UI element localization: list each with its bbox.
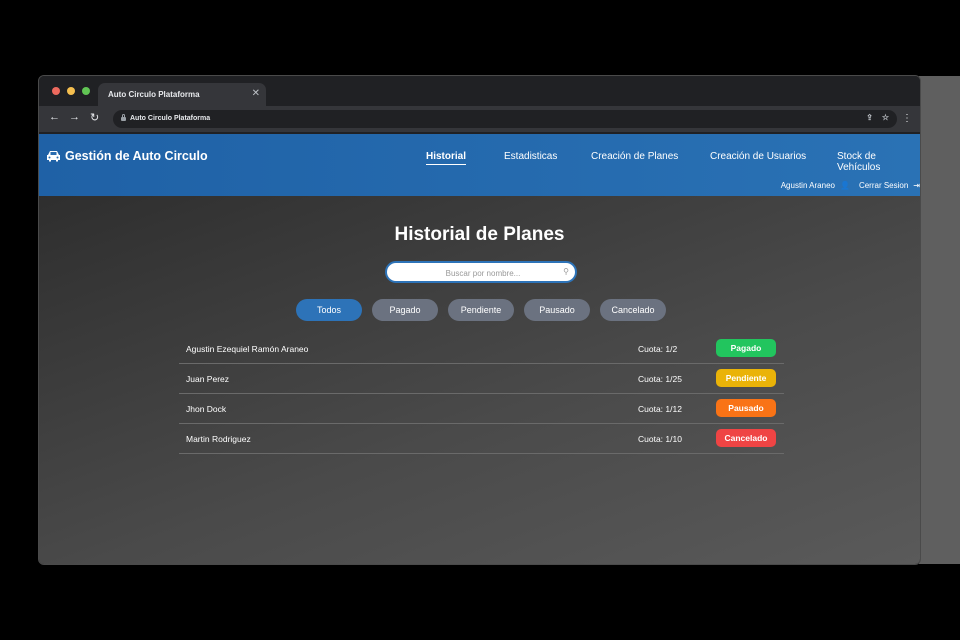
filter-todos[interactable]: Todos bbox=[296, 299, 362, 321]
more-menu-icon[interactable]: ⋮ bbox=[902, 113, 912, 124]
client-name: Juan Perez bbox=[186, 374, 229, 384]
browser-tab[interactable]: Auto Circulo Plataforma ✕ bbox=[98, 83, 266, 107]
user-name: Agustin Araneo bbox=[780, 181, 835, 190]
brand[interactable]: Gestión de Auto Circulo bbox=[46, 149, 208, 163]
status-badge: Pendiente bbox=[716, 369, 776, 387]
list-item[interactable]: Juan Perez Cuota: 1/25 Pendiente bbox=[179, 364, 784, 394]
background-panel bbox=[919, 76, 960, 564]
window-controls bbox=[52, 87, 90, 95]
nav-creacion-planes[interactable]: Creación de Planes bbox=[591, 151, 678, 162]
logout-link[interactable]: Cerrar Sesion bbox=[859, 181, 908, 190]
share-icon[interactable]: ⇪ bbox=[866, 113, 873, 122]
brand-title: Gestión de Auto Circulo bbox=[65, 149, 208, 163]
back-arrow-icon[interactable]: ← bbox=[49, 111, 60, 123]
tab-close-icon[interactable]: ✕ bbox=[252, 88, 260, 99]
plans-list: Agustin Ezequiel Ramón Araneo Cuota: 1/2… bbox=[179, 334, 784, 454]
address-text: Auto Circulo Plataforma bbox=[130, 115, 211, 122]
filter-cancelado[interactable]: Cancelado bbox=[600, 299, 666, 321]
nav-creacion-usuarios[interactable]: Creación de Usuarios bbox=[710, 151, 806, 162]
cuota-value: Cuota: 1/2 bbox=[638, 344, 678, 354]
reload-icon[interactable]: ↻ bbox=[90, 111, 99, 124]
client-name: Martin Rodriguez bbox=[186, 434, 251, 444]
status-filters: Todos Pagado Pendiente Pausado Cancelado bbox=[296, 299, 666, 321]
user-bar: Agustin Araneo 👤 Cerrar Sesion ⇥ bbox=[781, 181, 920, 190]
nav-stock-vehiculos[interactable]: Stock de Vehículos bbox=[837, 151, 920, 173]
browser-window: Auto Circulo Plataforma ✕ ← → ↻ Auto Cir… bbox=[38, 75, 921, 565]
filter-pagado[interactable]: Pagado bbox=[372, 299, 438, 321]
status-badge: Cancelado bbox=[716, 429, 776, 447]
list-item[interactable]: Agustin Ezequiel Ramón Araneo Cuota: 1/2… bbox=[179, 334, 784, 364]
filter-pausado[interactable]: Pausado bbox=[524, 299, 590, 321]
forward-arrow-icon[interactable]: → bbox=[69, 111, 80, 123]
filter-pendiente[interactable]: Pendiente bbox=[448, 299, 514, 321]
address-bar[interactable]: Auto Circulo Plataforma ⇪ ☆ bbox=[113, 110, 897, 128]
cuota-value: Cuota: 1/25 bbox=[638, 374, 682, 384]
search-input[interactable] bbox=[387, 263, 579, 283]
user-icon: 👤 bbox=[839, 181, 850, 190]
app-viewport: Gestión de Auto Circulo Historial Estadi… bbox=[39, 134, 920, 564]
page-title: Historial de Planes bbox=[394, 224, 565, 245]
nav-estadisticas[interactable]: Estadisticas bbox=[504, 151, 557, 162]
nav-historial[interactable]: Historial bbox=[426, 151, 467, 165]
minimize-window-button[interactable] bbox=[67, 87, 75, 95]
list-item[interactable]: Martin Rodriguez Cuota: 1/10 Cancelado bbox=[179, 424, 784, 454]
browser-titlebar: Auto Circulo Plataforma ✕ bbox=[39, 76, 920, 107]
search-icon[interactable]: ⚲ bbox=[563, 267, 569, 276]
car-icon bbox=[46, 150, 61, 162]
browser-toolbar: ← → ↻ Auto Circulo Plataforma ⇪ ☆ ⋮ bbox=[39, 106, 920, 132]
app-header: Gestión de Auto Circulo Historial Estadi… bbox=[39, 134, 920, 196]
cuota-value: Cuota: 1/12 bbox=[638, 404, 682, 414]
close-window-button[interactable] bbox=[52, 87, 60, 95]
cuota-value: Cuota: 1/10 bbox=[638, 434, 682, 444]
client-name: Agustin Ezequiel Ramón Araneo bbox=[186, 344, 309, 354]
search-box: ⚲ bbox=[385, 261, 579, 283]
logout-icon[interactable]: ⇥ bbox=[913, 181, 920, 190]
status-badge: Pagado bbox=[716, 339, 776, 357]
list-item[interactable]: Jhon Dock Cuota: 1/12 Pausado bbox=[179, 394, 784, 424]
client-name: Jhon Dock bbox=[186, 404, 227, 414]
lock-icon bbox=[121, 114, 126, 121]
tab-title: Auto Circulo Plataforma bbox=[108, 90, 200, 99]
status-badge: Pausado bbox=[716, 399, 776, 417]
maximize-window-button[interactable] bbox=[82, 87, 90, 95]
star-icon[interactable]: ☆ bbox=[882, 113, 889, 122]
